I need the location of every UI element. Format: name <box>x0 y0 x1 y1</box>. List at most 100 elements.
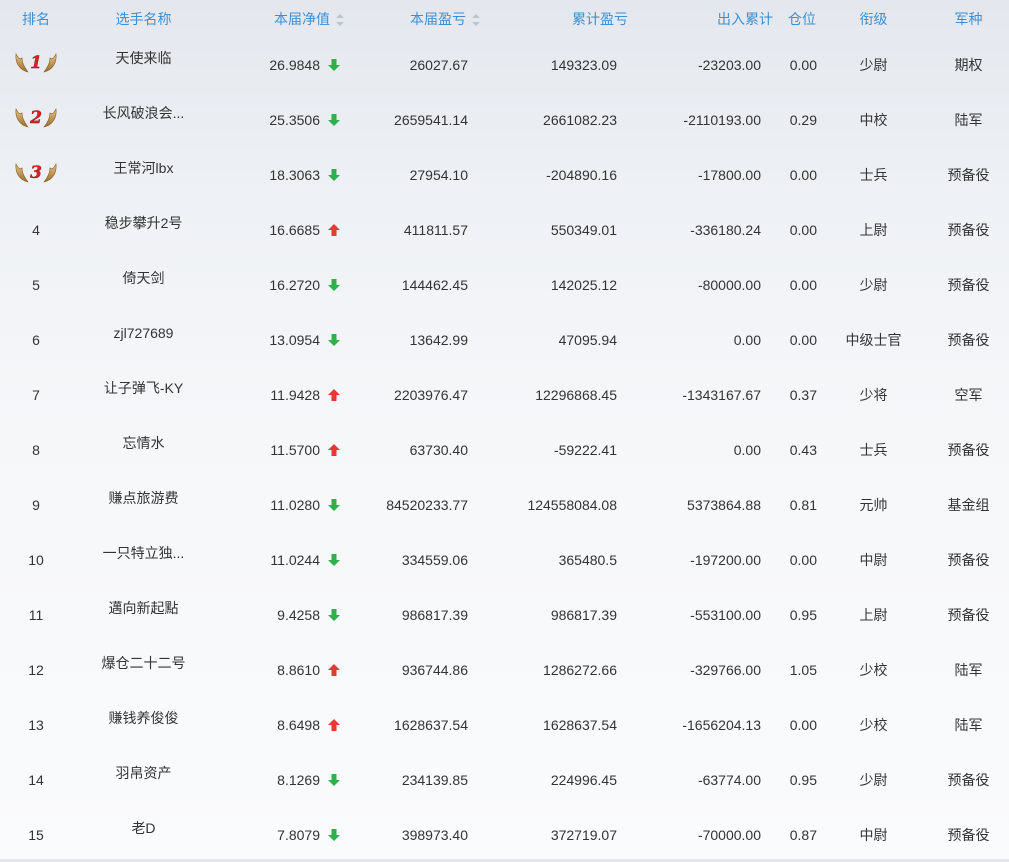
inout-cell: -1656204.13 <box>682 716 761 733</box>
total-pnl-cell: 1286272.66 <box>543 661 617 678</box>
table-row[interactable]: 15 老D 7.8079 398973.40 372719.07 -70000.00 0.8… <box>0 807 1009 862</box>
header-session-pnl[interactable]: 本届盈亏 <box>347 0 482 37</box>
player-name[interactable]: 羽帛资产 <box>116 763 172 783</box>
header-total-pnl: 累计盈亏 <box>572 10 628 27</box>
header-branch: 军种 <box>954 10 983 27</box>
svg-text:2: 2 <box>29 108 42 128</box>
title-cell: 中级士官 <box>845 331 902 348</box>
nav-cell: 7.8079 <box>215 807 347 862</box>
title-cell: 少尉 <box>859 771 888 788</box>
rank-cell: 12 <box>28 661 44 678</box>
table-row[interactable]: 12 爆仓二十二号 8.8610 936744.86 1286272.66 -329766… <box>0 642 1009 697</box>
total-pnl-cell: 1628637.54 <box>543 716 617 733</box>
ranking-table: 排名 选手名称 本届净值 本届盈亏 累计盈亏 出入累计 仓位 衔级 军种 1 天使… <box>0 0 1009 862</box>
table-row[interactable]: 14 羽帛资产 8.1269 234139.85 224996.45 -63774.00 0… <box>0 752 1009 807</box>
player-name[interactable]: zjl727689 <box>114 325 174 341</box>
player-name[interactable]: 让子弹飞-KY <box>104 378 183 398</box>
table-row[interactable]: 2 长风破浪会... 25.3506 2659541.14 2661082.23 -211… <box>0 92 1009 147</box>
table-row[interactable]: 13 赚钱养俊俊 8.6498 1628637.54 1628637.54 -165620… <box>0 697 1009 752</box>
rank-cell: 14 <box>28 771 44 788</box>
nav-cell: 26.9848 <box>215 37 347 92</box>
branch-cell: 预备役 <box>947 606 990 623</box>
nav-cell: 13.0954 <box>215 312 347 367</box>
sort-icon[interactable] <box>472 13 480 26</box>
player-name[interactable]: 王常河lbx <box>114 158 174 178</box>
inout-cell: -336180.24 <box>690 221 761 238</box>
player-name-cell[interactable]: 老D <box>72 807 215 862</box>
session-pnl-cell: 63730.40 <box>409 441 468 458</box>
player-name[interactable]: 赚点旅游费 <box>109 488 179 508</box>
total-pnl-cell: 550349.01 <box>550 221 617 238</box>
player-name[interactable]: 忘情水 <box>123 433 165 453</box>
player-name-cell[interactable]: zjl727689 <box>72 312 215 367</box>
inout-cell: -553100.00 <box>690 606 761 623</box>
player-name[interactable]: 倚天剑 <box>123 268 165 288</box>
session-pnl-cell: 2203976.47 <box>394 386 468 403</box>
player-name-cell[interactable]: 让子弹飞-KY <box>72 367 215 422</box>
player-name[interactable]: 爆仓二十二号 <box>102 653 186 673</box>
session-pnl-cell: 234139.85 <box>401 771 468 788</box>
player-name-cell[interactable]: 长风破浪会... <box>72 92 215 147</box>
rank-cell: 15 <box>28 826 44 843</box>
player-name-cell[interactable]: 稳步攀升2号 <box>72 202 215 257</box>
player-name-cell[interactable]: 天使来临 <box>72 37 215 92</box>
table-row[interactable]: 6 zjl727689 13.0954 13642.99 47095.94 0.00 0.0… <box>0 312 1009 367</box>
inout-cell: -23203.00 <box>697 56 761 73</box>
arrow-up-icon <box>328 718 340 731</box>
table-row[interactable]: 4 稳步攀升2号 16.6685 411811.57 550349.01 -336180.… <box>0 202 1009 257</box>
title-cell: 元帅 <box>859 496 888 513</box>
title-cell: 士兵 <box>859 166 888 183</box>
player-name[interactable]: 老D <box>131 818 155 838</box>
nav-cell: 18.3063 <box>215 147 347 202</box>
player-name-cell[interactable]: 赚点旅游费 <box>72 477 215 532</box>
position-cell: 0.95 <box>789 771 817 788</box>
arrow-down-icon <box>328 333 340 346</box>
title-cell: 上尉 <box>859 606 888 623</box>
table-row[interactable]: 10 一只特立独... 11.0244 334559.06 365480.5 -19720… <box>0 532 1009 587</box>
title-cell: 中尉 <box>859 826 888 843</box>
session-pnl-cell: 27954.10 <box>409 166 468 183</box>
table-row[interactable]: 7 让子弹飞-KY 11.9428 2203976.47 12296868.45 -134… <box>0 367 1009 422</box>
rank-cell: 6 <box>32 331 40 348</box>
position-cell: 0.00 <box>789 166 817 183</box>
player-name[interactable]: 赚钱养俊俊 <box>109 708 179 728</box>
arrow-up-icon <box>328 443 340 456</box>
branch-cell: 预备役 <box>947 166 990 183</box>
player-name-cell[interactable]: 爆仓二十二号 <box>72 642 215 697</box>
header-nav[interactable]: 本届净值 <box>215 0 347 37</box>
player-name[interactable]: 稳步攀升2号 <box>105 213 183 233</box>
table-row[interactable]: 3 王常河lbx 18.3063 27954.10 -204890.16 -17800.0… <box>0 147 1009 202</box>
table-row[interactable]: 11 邁向新起點 9.4258 986817.39 986817.39 -553100.0… <box>0 587 1009 642</box>
nav-cell: 25.3506 <box>215 92 347 147</box>
total-pnl-cell: 224996.45 <box>550 771 617 788</box>
rank-cell: 9 <box>32 496 40 513</box>
player-name-cell[interactable]: 赚钱养俊俊 <box>72 697 215 752</box>
player-name-cell[interactable]: 王常河lbx <box>72 147 215 202</box>
inout-cell: 0.00 <box>733 331 761 348</box>
arrow-down-icon <box>328 828 340 841</box>
table-row[interactable]: 1 天使来临 26.9848 26027.67 149323.09 -23203.00 0.… <box>0 37 1009 92</box>
position-cell: 0.00 <box>789 276 817 293</box>
player-name[interactable]: 天使来临 <box>116 48 172 68</box>
inout-cell: -2110193.00 <box>683 111 761 128</box>
inout-cell: -80000.00 <box>697 276 761 293</box>
player-name[interactable]: 一只特立独... <box>103 543 185 563</box>
player-name[interactable]: 邁向新起點 <box>109 598 179 618</box>
player-name[interactable]: 长风破浪会... <box>103 103 185 123</box>
position-cell: 0.81 <box>789 496 817 513</box>
table-row[interactable]: 5 倚天剑 16.2720 144462.45 142025.12 -80000.00 0.… <box>0 257 1009 312</box>
player-name-cell[interactable]: 忘情水 <box>72 422 215 477</box>
branch-cell: 预备役 <box>947 441 990 458</box>
nav-cell: 8.1269 <box>215 752 347 807</box>
arrow-down-icon <box>328 773 340 786</box>
sort-icon[interactable] <box>336 13 344 26</box>
player-name-cell[interactable]: 一只特立独... <box>72 532 215 587</box>
position-cell: 0.37 <box>789 386 817 403</box>
table-row[interactable]: 8 忘情水 11.5700 63730.40 -59222.41 0.00 0.43 士兵 预备… <box>0 422 1009 477</box>
position-cell: 0.00 <box>789 716 817 733</box>
player-name-cell[interactable]: 倚天剑 <box>72 257 215 312</box>
table-row[interactable]: 9 赚点旅游费 11.0280 84520233.77 124558084.08 5373… <box>0 477 1009 532</box>
player-name-cell[interactable]: 邁向新起點 <box>72 587 215 642</box>
nav-cell: 11.0244 <box>215 532 347 587</box>
player-name-cell[interactable]: 羽帛资产 <box>72 752 215 807</box>
